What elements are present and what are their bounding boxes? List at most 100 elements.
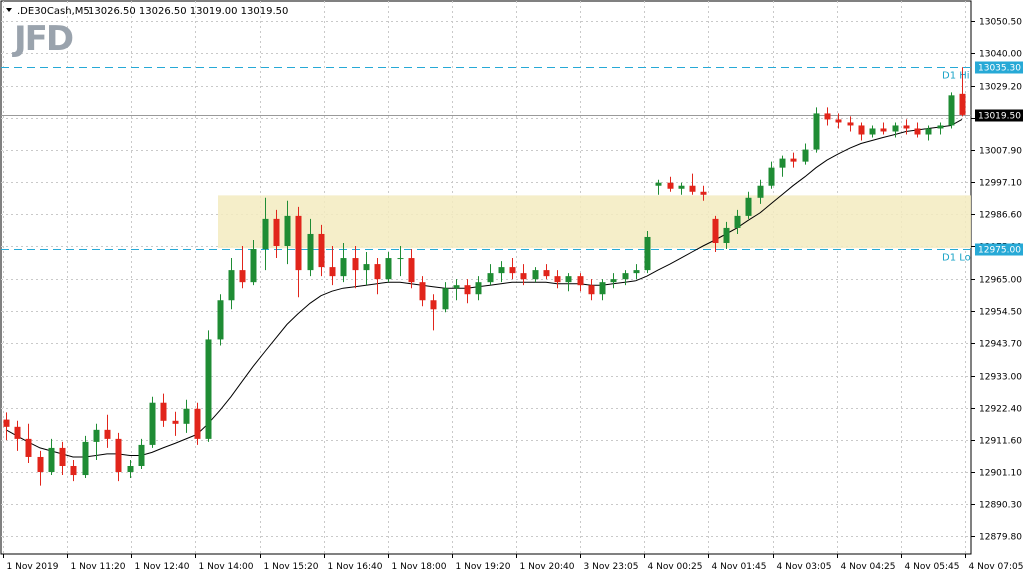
candle-body (83, 442, 89, 475)
candle-body (724, 228, 730, 243)
candle-body (94, 430, 100, 442)
candle-body (431, 300, 437, 309)
level-price-tag-text: 12975.00 (978, 246, 1021, 256)
y-tick-label: 12890.30 (979, 501, 1022, 511)
candle-body (825, 113, 831, 119)
candle-body (386, 258, 392, 279)
y-tick-label: 12943.70 (979, 340, 1022, 350)
candle-body (521, 273, 527, 279)
candle-body (26, 439, 32, 457)
candle-body (926, 128, 932, 134)
x-tick-label: 3 Nov 23:05 (584, 562, 639, 572)
plot-area[interactable] (1, 1, 971, 554)
candle-body (206, 339, 212, 438)
candle-body (645, 237, 651, 270)
candle-body (465, 285, 471, 294)
y-tick-label: 12997.10 (979, 179, 1022, 189)
candle-body (960, 94, 966, 115)
level-price-tag-text: 13035.30 (978, 64, 1021, 74)
price-axis[interactable]: 13050.5013040.0013029.2013018.6013007.90… (971, 18, 1022, 543)
y-tick-label: 12901.10 (979, 469, 1022, 479)
symbol-label: .DE30Cash,M5 (17, 6, 90, 17)
candle-body (611, 279, 617, 282)
candle-body (15, 427, 21, 439)
candle (645, 231, 651, 273)
candle-body (409, 258, 415, 282)
candle-body (161, 403, 167, 421)
candle-body (735, 216, 741, 228)
x-tick-label: 1 Nov 2019 (7, 562, 59, 572)
x-tick-label: 1 Nov 20:40 (520, 562, 575, 572)
candle-body (184, 409, 190, 424)
candle-body (4, 420, 10, 427)
candle-body (49, 448, 55, 472)
y-tick-label: 13040.00 (979, 50, 1022, 60)
candle-body (679, 186, 685, 189)
candle-body (274, 219, 280, 246)
x-tick-label: 1 Nov 11:20 (71, 562, 126, 572)
y-tick-label: 12986.60 (979, 211, 1022, 221)
y-tick-label: 12922.40 (979, 405, 1022, 415)
candle (206, 330, 212, 442)
candle-body (656, 183, 662, 186)
candle-body (713, 219, 719, 243)
candle-body (285, 216, 291, 246)
candle-body (308, 234, 314, 270)
candle (949, 92, 955, 128)
candle-body (634, 270, 640, 273)
candle-body (870, 128, 876, 134)
candle-body (780, 159, 786, 168)
candle-body (555, 276, 561, 282)
candle-body (949, 95, 955, 125)
candle-body (229, 270, 235, 300)
candle-body (139, 445, 145, 466)
current-price-tag-text: 13019.50 (978, 112, 1021, 122)
candle (83, 436, 89, 478)
candle-body (105, 430, 111, 439)
candle-body (836, 119, 842, 122)
candle-body (38, 457, 44, 472)
level-line-label: D1 Hi (942, 71, 970, 82)
ohlc-readout: 13026.50 13026.50 13019.00 13019.50 (88, 6, 288, 17)
candle-body (296, 216, 302, 270)
candle-body (195, 409, 201, 439)
x-tick-label: 1 Nov 18:00 (392, 562, 447, 572)
candle-body (60, 448, 66, 466)
candle-body (398, 258, 404, 259)
time-axis[interactable]: 1 Nov 20191 Nov 11:201 Nov 12:401 Nov 14… (4, 554, 1024, 572)
candle-body (263, 219, 269, 249)
candle-body (420, 282, 426, 300)
x-tick-label: 1 Nov 15:20 (264, 562, 319, 572)
candle-body (623, 273, 629, 279)
candle-body (533, 270, 539, 279)
candle-body (544, 270, 550, 276)
candle-body (668, 183, 674, 189)
candle-body (893, 125, 899, 131)
candle-body (341, 258, 347, 276)
x-tick-label: 4 Nov 00:25 (648, 562, 703, 572)
x-tick-label: 4 Nov 03:05 (777, 562, 832, 572)
candle-body (173, 421, 179, 424)
candle-body (848, 122, 854, 125)
y-tick-label: 12911.60 (979, 437, 1022, 447)
candle-body (218, 300, 224, 339)
candle-body (814, 113, 820, 149)
candle-body (803, 150, 809, 162)
candle-body (769, 168, 775, 186)
y-tick-label: 12933.00 (979, 373, 1022, 383)
candle-body (510, 267, 516, 273)
candle-body (251, 249, 257, 282)
candle-body (488, 273, 494, 282)
jfd-logo: JFD (12, 19, 73, 59)
candle-body (454, 285, 460, 288)
price-chart[interactable]: D1 HiD1 Lo 13050.5013040.0013029.2013018… (0, 0, 1024, 576)
x-tick-label: 4 Nov 04:25 (841, 562, 896, 572)
candle-body (499, 267, 505, 273)
y-tick-label: 12954.50 (979, 308, 1022, 318)
x-tick-label: 1 Nov 12:40 (135, 562, 190, 572)
candle-body (353, 258, 359, 270)
x-tick-label: 4 Nov 05:45 (905, 562, 960, 572)
x-tick-label: 1 Nov 16:40 (328, 562, 383, 572)
y-tick-label: 13029.20 (979, 83, 1022, 93)
candle-body (240, 270, 246, 282)
